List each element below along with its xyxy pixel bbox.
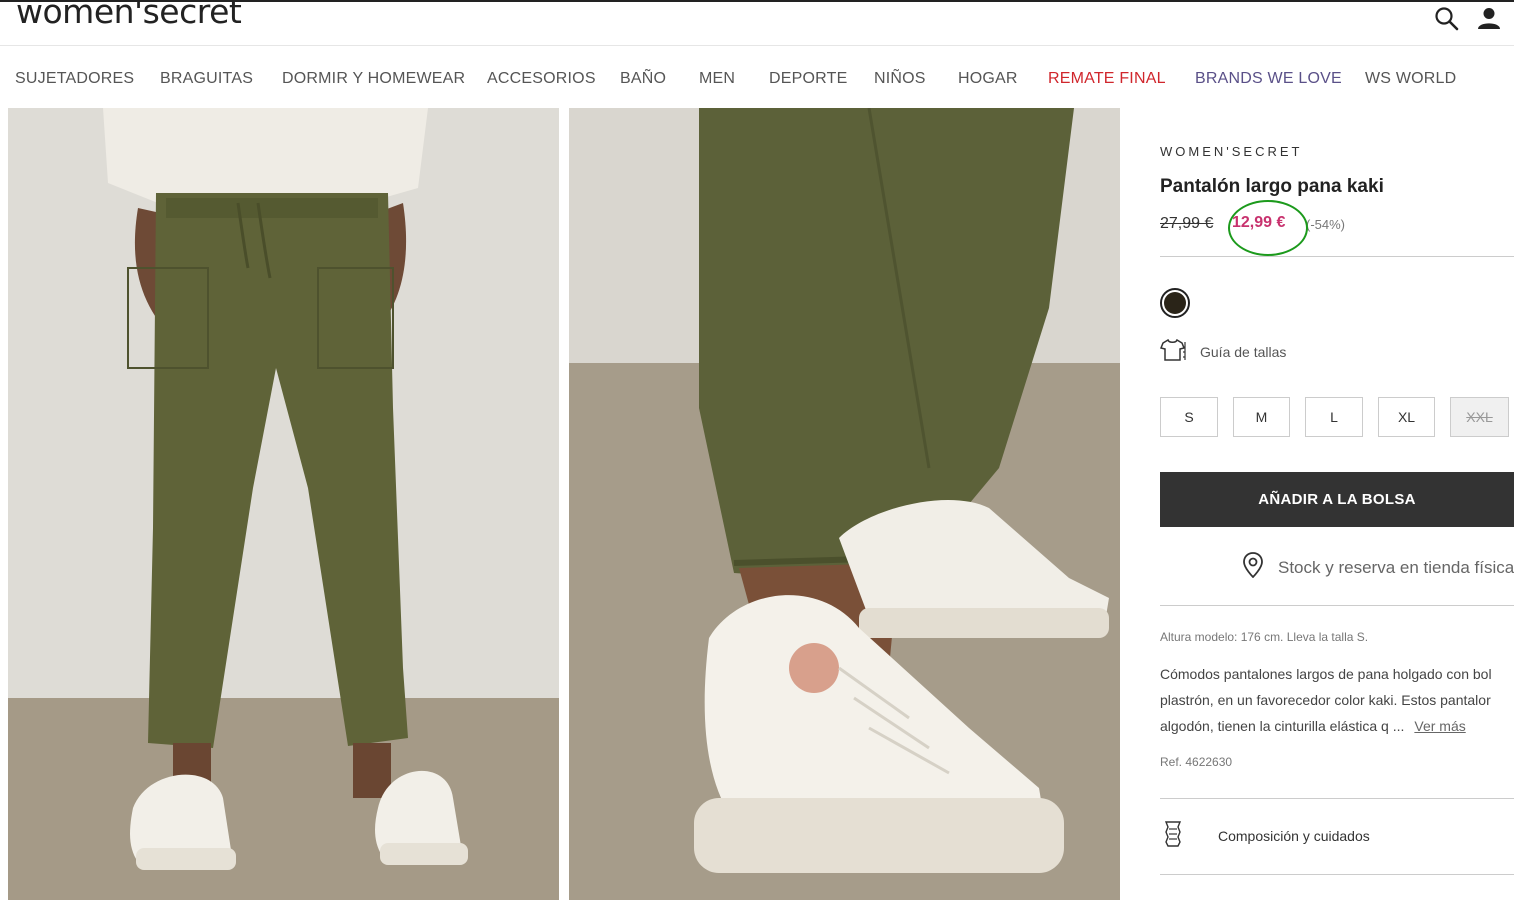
user-icon[interactable] [1476,6,1502,32]
discount-badge: (-54%) [1306,217,1346,232]
size-l-button[interactable]: L [1305,397,1363,437]
nav-item-accesorios[interactable]: ACCESORIOS [487,70,596,88]
search-icon[interactable] [1434,6,1460,32]
model-info: Altura modelo: 176 cm. Lleva la talla S. [1160,630,1369,644]
location-pin-icon [1242,552,1264,583]
product-photo-detail[interactable] [569,108,1120,900]
size-m-button[interactable]: M [1233,397,1290,437]
nav-item-sujetadores[interactable]: SUJETADORES [15,70,134,88]
read-more-link[interactable]: Ver más [1414,718,1465,734]
description-line: algodón, tienen la cinturilla elástica q… [1160,718,1405,734]
label-tag-icon [1160,820,1186,853]
nav-item-brands-we-love[interactable]: BRANDS WE LOVE [1195,70,1342,88]
shirt-icon [1159,338,1188,366]
nav-item-deporte[interactable]: DEPORTE [769,70,847,88]
add-to-bag-button[interactable]: AÑADIR A LA BOLSA [1160,472,1514,527]
composition-care-accordion[interactable]: Composición y cuidados [1160,820,1370,853]
nav-item-remate-final[interactable]: REMATE FINAL [1048,70,1166,88]
nav-item-dormir-homewear[interactable]: DORMIR Y HOMEWEAR [282,70,465,88]
divider [1160,256,1514,257]
product-info-panel: WOMEN'SECRET Pantalón largo pana kaki 27… [1159,108,1514,900]
nav-item-braguitas[interactable]: BRAGUITAS [160,70,253,88]
size-guide-link[interactable]: Guía de tallas [1159,338,1287,366]
product-photo-front[interactable] [8,108,559,900]
color-swatch[interactable] [1160,288,1190,318]
nav-item-ninos[interactable]: NIÑOS [874,70,926,88]
size-s-button[interactable]: S [1160,397,1218,437]
site-header: women'secret [0,0,1514,46]
logo[interactable]: women'secret [16,0,242,32]
size-xl-button[interactable]: XL [1378,397,1435,437]
store-stock-label: Stock y reserva en tienda física [1278,557,1514,577]
divider [1160,605,1514,606]
description-line: plastrón, en un favorecedor color kaki. … [1160,692,1491,708]
divider [1160,874,1514,875]
store-stock-link[interactable]: Stock y reserva en tienda física [1242,552,1514,583]
product-ref: Ref. 4622630 [1160,755,1233,769]
description-line: Cómodos pantalones largos de pana holgad… [1160,666,1492,682]
main-nav: SUJETADORES BRAGUITAS DORMIR Y HOMEWEAR … [0,58,1514,102]
composition-care-label: Composición y cuidados [1218,828,1370,844]
description-line-last: algodón, tienen la cinturilla elástica q… [1160,713,1514,739]
nav-item-hogar[interactable]: HOGAR [958,70,1018,88]
size-xxl-button[interactable]: XXL [1450,397,1509,437]
color-swatch-fill [1164,292,1186,314]
product-title: Pantalón largo pana kaki [1160,176,1384,197]
price-highlight-circle [1228,200,1308,256]
nav-item-bano[interactable]: BAÑO [620,70,666,88]
nav-item-ws-world[interactable]: WS WORLD [1365,70,1456,88]
nav-item-men[interactable]: MEN [699,70,735,88]
product-brand: WOMEN'SECRET [1160,144,1303,159]
product-description: Cómodos pantalones largos de pana holgad… [1160,661,1514,739]
old-price: 27,99 € [1160,215,1214,232]
divider [1160,798,1514,799]
size-guide-label: Guía de tallas [1200,344,1287,360]
